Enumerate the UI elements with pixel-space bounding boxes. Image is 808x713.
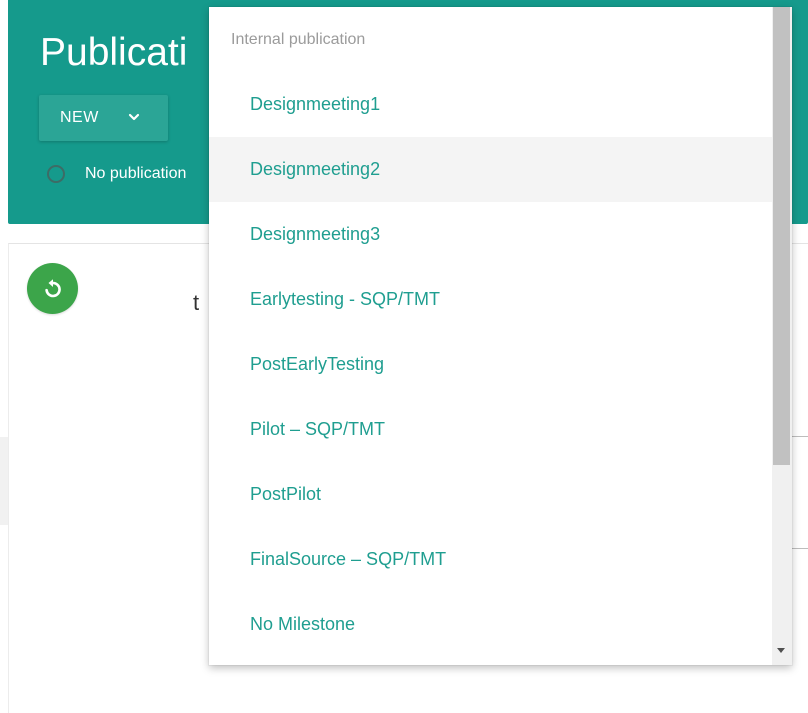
menu-item-designmeeting3[interactable]: Designmeeting3 xyxy=(209,202,772,267)
menu-item-label: FinalSource – SQP/TMT xyxy=(250,549,447,569)
page-title: Publicati xyxy=(40,31,188,74)
new-dropdown-menu: Internal publication Designmeeting1 Desi… xyxy=(209,7,792,665)
publication-status: No publication xyxy=(47,165,186,183)
menu-item-label: Designmeeting3 xyxy=(250,224,381,244)
menu-item-earlytesting[interactable]: Earlytesting - SQP/TMT xyxy=(209,267,772,332)
menu-item-label: Pilot – SQP/TMT xyxy=(250,419,386,439)
menu-item-label: Designmeeting1 xyxy=(250,94,381,114)
refresh-button[interactable] xyxy=(27,263,78,314)
menu-item-designmeeting1[interactable]: Designmeeting1 xyxy=(209,72,772,137)
radio-icon[interactable] xyxy=(47,165,65,183)
menu-item-no-milestone[interactable]: No Milestone xyxy=(209,592,772,657)
menu-item-postearlytesting[interactable]: PostEarlyTesting xyxy=(209,332,772,397)
menu-item-postpilot[interactable]: PostPilot xyxy=(209,462,772,527)
scroll-down-arrow-icon[interactable] xyxy=(777,648,785,653)
content-text: t xyxy=(193,290,200,315)
menu-item-label: PostEarlyTesting xyxy=(250,354,385,374)
divider xyxy=(792,436,808,437)
menu-item-label: PostPilot xyxy=(250,484,322,504)
menu-item-label: Earlytesting - SQP/TMT xyxy=(250,289,441,309)
menu-item-pilot[interactable]: Pilot – SQP/TMT xyxy=(209,397,772,462)
menu-item-label: Designmeeting2 xyxy=(250,159,381,179)
menu-item-finalsource[interactable]: FinalSource – SQP/TMT xyxy=(209,527,772,592)
publication-status-text: No publication xyxy=(85,165,187,182)
menu-group-header: Internal publication xyxy=(231,31,366,48)
chevron-down-icon xyxy=(128,113,140,121)
menu-item-designmeeting2[interactable]: Designmeeting2 xyxy=(209,137,772,202)
divider xyxy=(792,548,808,549)
menu-item-label: No Milestone xyxy=(250,614,356,634)
refresh-icon xyxy=(44,278,61,297)
scrollbar-thumb[interactable] xyxy=(773,7,790,465)
new-button[interactable]: NEW xyxy=(39,95,168,141)
left-panel-edge xyxy=(0,437,8,525)
new-button-label: NEW xyxy=(60,109,99,126)
